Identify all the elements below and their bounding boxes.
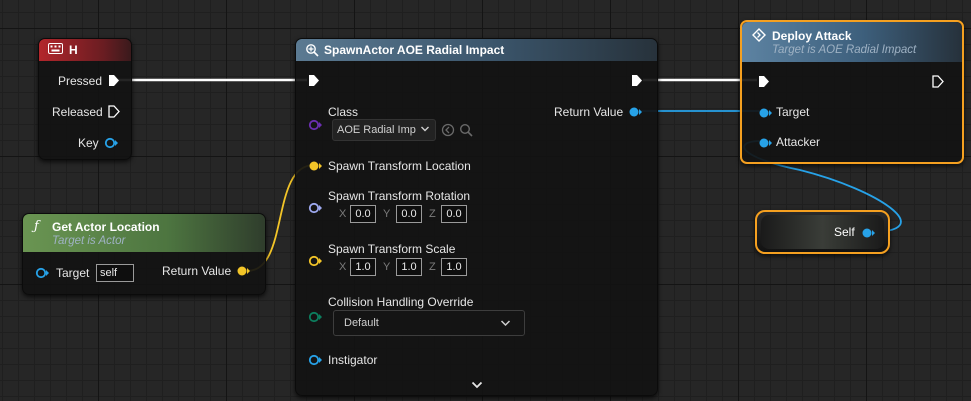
deploy-attack-subtitle: Target is AOE Radial Impact xyxy=(772,43,917,56)
chevron-down-icon xyxy=(420,124,430,137)
deploy-attack-node[interactable]: Deploy Attack Target is AOE Radial Impac… xyxy=(740,20,964,164)
spawn-actor-title: SpawnActor AOE Radial Impact xyxy=(324,43,505,57)
released-exec-pin[interactable] xyxy=(108,105,120,118)
get-actor-location-node[interactable]: ƒ Get Actor Location Target is Actor Tar… xyxy=(22,213,266,295)
deploy-exec-in-pin[interactable] xyxy=(758,75,770,88)
function-icon: ƒ xyxy=(34,219,39,234)
get-actor-location-header[interactable]: ƒ Get Actor Location Target is Actor xyxy=(23,214,265,252)
deploy-exec-out-pin[interactable] xyxy=(932,75,944,88)
event-node-title: H xyxy=(69,43,78,57)
target-pin-label: Target xyxy=(56,266,90,280)
class-select[interactable]: AOE Radial Imp xyxy=(332,119,436,141)
rotation-x-input[interactable]: 0.0 xyxy=(350,205,376,223)
deploy-attack-title: Deploy Attack xyxy=(772,28,852,43)
deploy-target-label: Target xyxy=(776,105,810,119)
spawn-return-value-pin[interactable] xyxy=(628,106,644,118)
collision-byte-pin[interactable] xyxy=(308,311,324,323)
class-select-value: AOE Radial Imp xyxy=(337,124,416,136)
expand-advanced-button[interactable] xyxy=(471,379,483,393)
chevron-down-icon xyxy=(471,381,483,389)
key-struct-pin[interactable] xyxy=(104,137,120,149)
keyboard-icon xyxy=(48,43,63,57)
self-reference-node[interactable]: Self xyxy=(755,210,890,254)
spawn-icon xyxy=(305,43,319,60)
target-self-input[interactable]: self xyxy=(96,264,134,282)
spawn-actor-node[interactable]: SpawnActor AOE Radial Impact Class AOE R… xyxy=(295,38,658,396)
instigator-object-pin[interactable] xyxy=(308,354,324,366)
get-actor-location-title: Get Actor Location xyxy=(52,219,160,234)
self-label: Self xyxy=(834,225,855,239)
scale-z-label: Z xyxy=(429,261,436,273)
chevron-down-icon xyxy=(500,318,511,331)
class-pin-label: Class xyxy=(328,105,359,119)
rotation-z-input[interactable]: 0.0 xyxy=(441,205,467,223)
return-value-label: Return Value xyxy=(554,105,624,119)
released-pin-label: Released xyxy=(52,105,103,119)
scale-x-label: X xyxy=(339,261,347,273)
scale-pin-label: Spawn Transform Scale xyxy=(328,242,456,256)
pressed-pin-label: Pressed xyxy=(58,74,103,88)
self-object-pin[interactable] xyxy=(861,227,877,239)
scale-x-input[interactable]: 1.0 xyxy=(350,258,376,276)
diamond-icon xyxy=(752,28,766,45)
instigator-pin-label: Instigator xyxy=(328,353,378,367)
return-value-vector-pin[interactable] xyxy=(236,265,252,277)
rotation-y-label: Y xyxy=(383,208,391,220)
rotation-x-label: X xyxy=(339,208,347,220)
use-asset-icon[interactable] xyxy=(441,123,455,140)
scale-vector-pin[interactable] xyxy=(308,255,324,267)
deploy-target-pin[interactable] xyxy=(758,107,774,119)
location-pin-label: Spawn Transform Location xyxy=(328,159,471,173)
event-node-header[interactable]: H xyxy=(39,39,131,61)
rotation-pin-label: Spawn Transform Rotation xyxy=(328,189,471,203)
deploy-attacker-pin[interactable] xyxy=(758,137,774,149)
key-pin-label: Key xyxy=(78,136,99,150)
scale-z-input[interactable]: 1.0 xyxy=(441,258,467,276)
collision-handling-select[interactable]: Default xyxy=(333,310,525,336)
deploy-attacker-label: Attacker xyxy=(776,135,821,149)
location-vector-pin[interactable] xyxy=(308,160,324,172)
scale-y-input[interactable]: 1.0 xyxy=(396,258,422,276)
rotation-rotator-pin[interactable] xyxy=(308,202,324,214)
get-actor-location-subtitle: Target is Actor xyxy=(52,234,126,247)
deploy-attack-header[interactable]: Deploy Attack Target is AOE Radial Impac… xyxy=(742,22,962,62)
pressed-exec-pin[interactable] xyxy=(108,74,120,87)
input-key-event-node[interactable]: H Pressed Released Key xyxy=(38,38,132,160)
collision-pin-label: Collision Handling Override xyxy=(328,295,474,309)
spawn-actor-header[interactable]: SpawnActor AOE Radial Impact xyxy=(296,39,657,61)
rotation-z-label: Z xyxy=(429,208,436,220)
spawn-exec-in-pin[interactable] xyxy=(308,74,320,87)
class-pin[interactable] xyxy=(308,119,324,131)
browse-search-icon[interactable] xyxy=(459,123,473,140)
return-value-label: Return Value xyxy=(162,264,232,278)
target-object-pin[interactable] xyxy=(35,267,51,279)
scale-y-label: Y xyxy=(383,261,391,273)
rotation-y-input[interactable]: 0.0 xyxy=(396,205,422,223)
collision-select-value: Default xyxy=(344,317,379,329)
spawn-exec-out-pin[interactable] xyxy=(631,74,643,87)
